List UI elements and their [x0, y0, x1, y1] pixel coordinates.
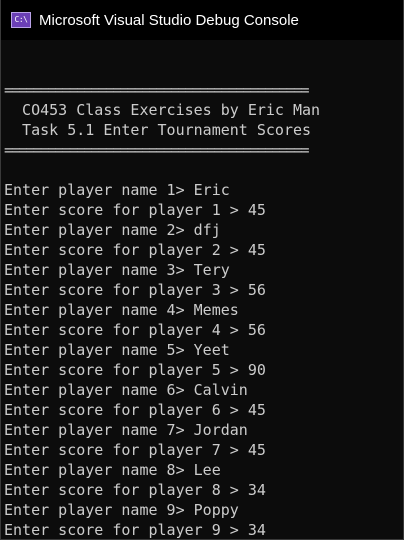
console-header-course: CO453 Class Exercises by Eric Man	[4, 101, 321, 119]
player-name-prompt: Enter player name 8> Lee	[4, 461, 221, 479]
window-title: Microsoft Visual Studio Debug Console	[39, 11, 299, 29]
player-name-prompt: Enter player name 7> Jordan	[4, 421, 248, 439]
player-score-prompt: Enter score for player 5 > 90	[4, 361, 266, 379]
console-header-task: Task 5.1 Enter Tournament Scores	[4, 121, 312, 139]
console-app-icon: C:\	[11, 12, 31, 28]
player-name-prompt: Enter player name 6> Calvin	[4, 381, 248, 399]
player-name-prompt: Enter player name 4> Memes	[4, 301, 239, 319]
title-bar[interactable]: C:\ Microsoft Visual Studio Debug Consol…	[1, 0, 403, 40]
separator-line: ========================================…	[4, 141, 310, 159]
player-score-prompt: Enter score for player 4 > 56	[4, 321, 266, 339]
console-output[interactable]: ========================================…	[1, 40, 403, 540]
console-app-icon-label: C:\	[14, 15, 28, 24]
player-name-prompt: Enter player name 9> Poppy	[4, 501, 239, 519]
player-score-prompt: Enter score for player 6 > 45	[4, 401, 266, 419]
separator-line: ========================================…	[4, 81, 310, 99]
player-name-prompt: Enter player name 2> dfj	[4, 221, 221, 239]
player-score-prompt: Enter score for player 3 > 56	[4, 281, 266, 299]
player-score-prompt: Enter score for player 1 > 45	[4, 201, 266, 219]
player-score-prompt: Enter score for player 7 > 45	[4, 441, 266, 459]
debug-console-window: C:\ Microsoft Visual Studio Debug Consol…	[0, 0, 404, 540]
player-score-prompt: Enter score for player 9 > 34	[4, 521, 266, 539]
player-score-prompt: Enter score for player 2 > 45	[4, 241, 266, 259]
player-name-prompt: Enter player name 1> Eric	[4, 181, 230, 199]
player-name-prompt: Enter player name 5> Yeet	[4, 341, 230, 359]
player-name-prompt: Enter player name 3> Tery	[4, 261, 230, 279]
player-score-prompt: Enter score for player 8 > 34	[4, 481, 266, 499]
